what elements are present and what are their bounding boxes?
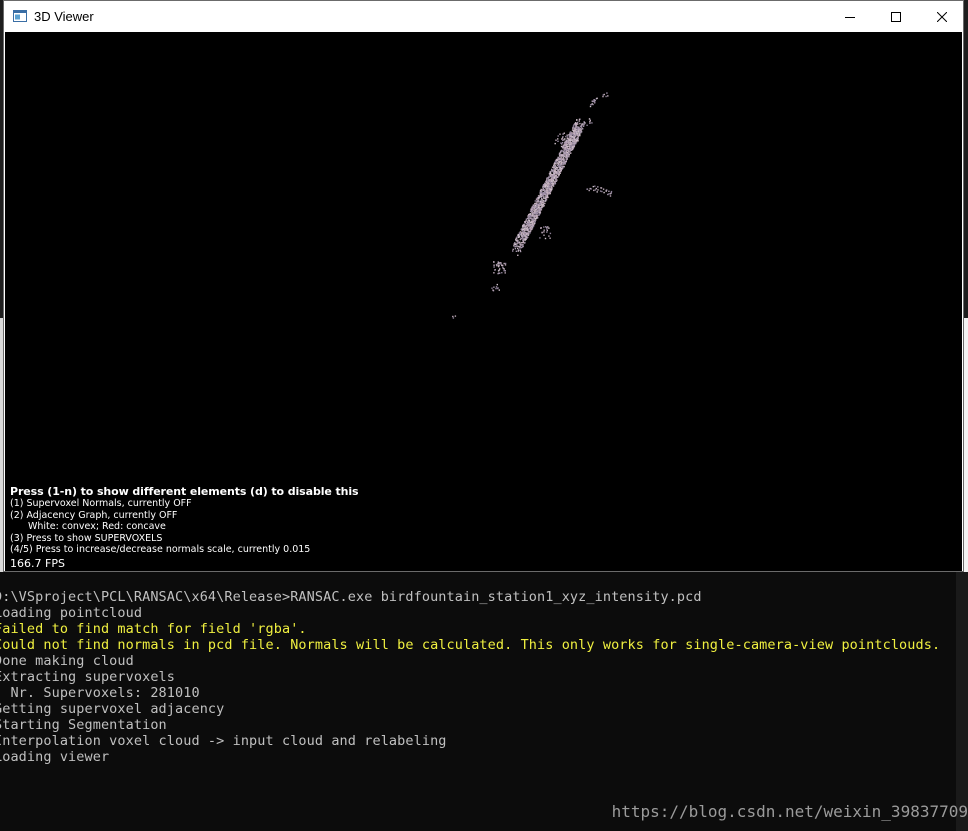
console-line: Getting supervoxel adjacency xyxy=(0,701,225,717)
minimize-icon xyxy=(845,16,855,18)
console-line: Failed to find match for field 'rgba'. xyxy=(0,621,307,637)
console-line: Loading viewer xyxy=(0,749,110,765)
help-line: (1) Supervoxel Normals, currently OFF xyxy=(10,498,192,509)
console-scrollbar[interactable] xyxy=(956,572,968,831)
fps-counter: 166.7 FPS xyxy=(10,556,65,570)
maximize-button[interactable] xyxy=(873,1,919,32)
console-line: Loading pointcloud xyxy=(0,605,143,621)
window-title: 3D Viewer xyxy=(34,9,94,24)
viewer-window[interactable]: 3D Viewer Press (1-n) to show different … xyxy=(3,0,964,572)
console-line: Interpolation voxel cloud -> input cloud… xyxy=(0,733,447,749)
help-line: (2) Adjacency Graph, currently OFF xyxy=(10,509,178,521)
maximize-icon xyxy=(891,11,901,22)
help-line: White: convex; Red: concave xyxy=(28,521,166,532)
console-window[interactable]: D:\VSproject\PCL\RANSAC\x64\Release>RANS… xyxy=(0,572,956,831)
help-overlay: Press (1-n) to show different elements (… xyxy=(10,485,359,570)
console-line: Nr. Supervoxels: 281010 xyxy=(0,685,200,701)
render-viewport[interactable]: Press (1-n) to show different elements (… xyxy=(5,32,962,571)
help-heading: Press (1-n) to show different elements (… xyxy=(10,485,359,498)
minimize-button[interactable] xyxy=(827,1,873,32)
close-icon xyxy=(937,11,947,22)
help-line: (4/5) Press to increase/decrease normals… xyxy=(10,544,311,555)
app-window-icon xyxy=(13,10,27,22)
console-line: Done making cloud xyxy=(0,653,134,669)
console-line: Extracting supervoxels xyxy=(0,669,176,685)
console-line: Could not find normals in pcd file. Norm… xyxy=(0,637,941,653)
console-line: Starting Segmentation xyxy=(0,717,167,733)
close-button[interactable] xyxy=(919,1,965,32)
title-bar[interactable]: 3D Viewer xyxy=(4,1,963,32)
console-line: D:\VSproject\PCL\RANSAC\x64\Release>RANS… xyxy=(0,589,702,605)
watermark: https://blog.csdn.net/weixin_39837709 xyxy=(611,802,968,821)
help-line: (3) Press to show SUPERVOXELS xyxy=(10,532,163,544)
